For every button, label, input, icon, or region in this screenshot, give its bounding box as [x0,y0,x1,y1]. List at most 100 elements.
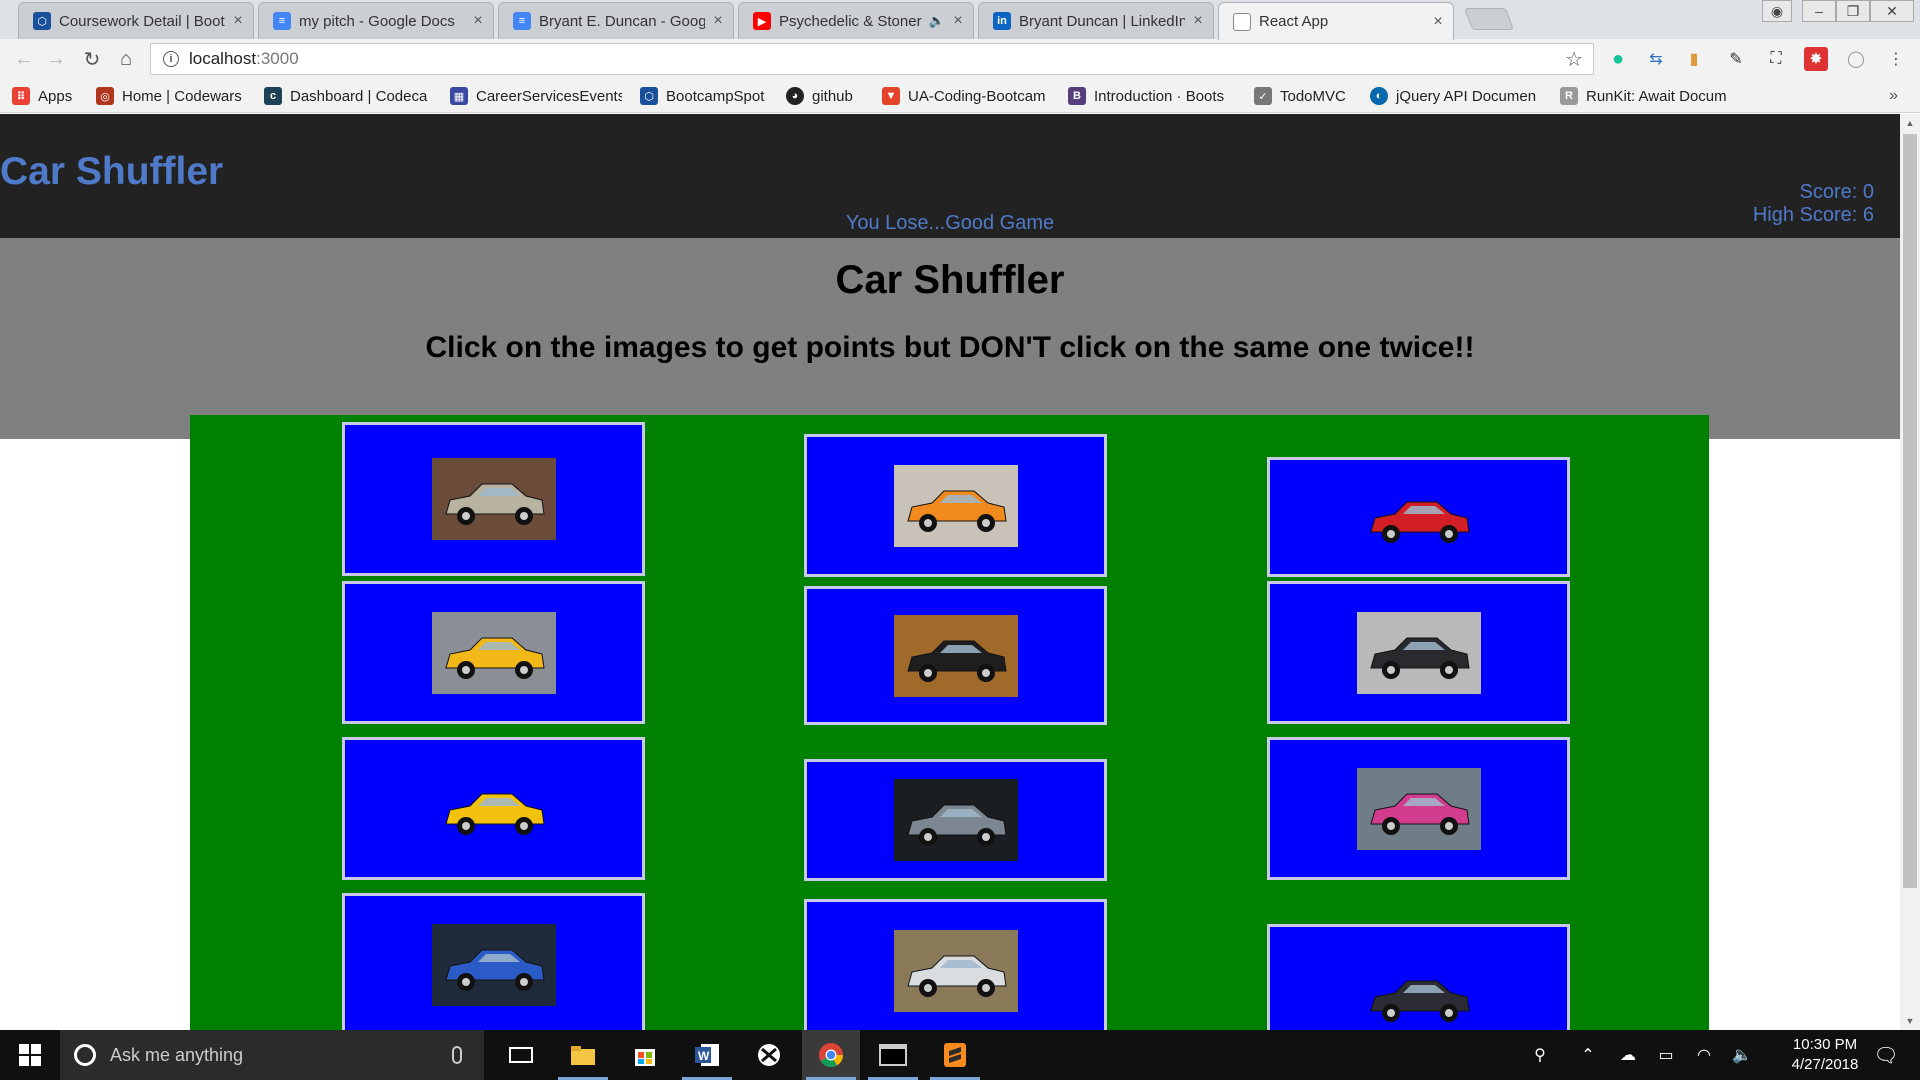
sync-arrows-icon[interactable]: ⇆ [1644,47,1668,71]
store-icon[interactable] [616,1030,674,1080]
bootstrap-icon: B [1068,87,1086,105]
car-card[interactable] [342,581,645,724]
grammarly-icon[interactable]: ● [1606,47,1630,71]
bookmark-github[interactable]: ◕ github [786,86,874,106]
windows-start-icon[interactable] [0,1030,60,1080]
volume-icon[interactable]: 🔈 [1726,1030,1758,1080]
card-grid [190,415,1709,1030]
black-wagon-image[interactable] [1356,954,1481,1031]
speaker-icon[interactable]: 🔈 [929,13,945,29]
action-center-icon[interactable]: 🗨 [1866,1030,1906,1080]
car-card[interactable] [342,422,645,576]
close-icon[interactable]: × [1191,12,1205,30]
bookmark-label: RunKit: Await Docum [1586,87,1727,105]
new-tab-button[interactable] [1463,8,1515,30]
bookmark-star-icon[interactable]: ☆ [1565,47,1583,72]
close-icon[interactable]: × [711,12,725,30]
minimize-icon[interactable]: – [1802,0,1836,22]
car-card[interactable] [804,759,1107,881]
bookmarks-bar: ⠿ Apps ◎ Home | Codewars c Dashboard | Code… [0,79,1920,113]
bookmark-todomvc[interactable]: ✓ TodoMVC [1254,86,1364,106]
bookmark-jquery[interactable]: ◐ jQuery API Documen [1370,86,1542,106]
terminal-icon[interactable] [864,1030,922,1080]
profile-icon[interactable]: ◉ [1762,0,1792,22]
car-card[interactable] [1267,457,1570,577]
close-icon[interactable]: × [471,12,485,30]
menu-kebab-icon[interactable]: ⋮ [1884,47,1908,71]
close-icon[interactable]: × [1431,13,1445,31]
page-title: Car Shuffler [835,258,1065,302]
bookmark-codecademy[interactable]: c Dashboard | Codeca [264,86,434,106]
tab-youtube[interactable]: ▶ Psychedelic & Stoner 🔈 × [738,2,974,39]
car-card[interactable] [804,434,1107,577]
scroll-up-icon[interactable]: ▲ [1900,114,1920,132]
tab-bryant-doc[interactable]: ≡ Bryant E. Duncan - Googl × [498,2,734,39]
wifi-icon[interactable]: ◠ [1688,1030,1720,1080]
microphone-icon[interactable] [452,1046,462,1064]
car-card[interactable] [1267,737,1570,880]
black-supercar-image[interactable] [1356,611,1481,694]
bookmarks-overflow-icon[interactable]: » [1889,87,1898,105]
battery-icon[interactable]: ▭ [1650,1030,1682,1080]
car-card[interactable] [342,893,645,1030]
red-convertible-image[interactable] [1356,476,1481,558]
reload-icon[interactable]: ↻ [78,45,106,73]
site-info-icon[interactable]: i [163,51,179,67]
car-card[interactable] [1267,924,1570,1030]
yellow-rally-car-image[interactable] [431,767,556,850]
tab-coursework[interactable]: ⬡ Coursework Detail | Boot × [18,2,254,39]
page-scrollbar[interactable]: ▲ ▼ [1900,114,1920,1030]
bookmark-bootcampspot[interactable]: ⬡ BootcampSpot [640,86,776,106]
forward-icon[interactable]: → [42,45,70,73]
tab-my-pitch[interactable]: ≡ my pitch - Google Docs × [258,2,494,39]
file-explorer-icon[interactable] [554,1030,612,1080]
cortana-search-box[interactable]: Ask me anything [60,1030,484,1080]
scroll-down-icon[interactable]: ▼ [1900,1012,1920,1030]
onedrive-icon[interactable]: ☁ [1612,1030,1644,1080]
bookmark-ua-coding[interactable]: ▼ UA-Coding-Bootcam [882,86,1054,106]
task-view-icon[interactable] [492,1030,550,1080]
car-card[interactable] [804,586,1107,725]
car-card[interactable] [804,899,1107,1030]
eyedropper-icon[interactable]: ✎ [1724,47,1748,71]
bookmark-apps[interactable]: ⠿ Apps [12,86,72,106]
car-card[interactable] [1267,581,1570,724]
close-icon[interactable]: × [231,12,245,30]
people-icon[interactable]: ⚲ [1524,1030,1556,1080]
tab-label: my pitch - Google Docs [299,12,455,30]
bookmark-career-services[interactable]: ▦ CareerServicesEvents [450,86,622,106]
bookmark-bootstrap[interactable]: B Introduction · Boots [1068,86,1238,106]
sublime-text-icon[interactable] [926,1030,984,1080]
youtube-icon: ▶ [753,12,771,30]
extension-circle-icon[interactable]: ◯ [1844,47,1868,71]
bookmark-label: github [812,87,853,105]
word-icon[interactable]: W [678,1030,736,1080]
extension-icon[interactable]: ▮ [1682,47,1706,71]
extension-red-icon[interactable]: ✸ [1804,47,1828,71]
tab-react-app[interactable]: React App × [1218,2,1454,40]
home-icon[interactable]: ⌂ [112,45,140,73]
window-close-icon[interactable]: ✕ [1870,0,1914,22]
tab-linkedin[interactable]: in Bryant Duncan | LinkedIn × [978,2,1214,39]
back-icon[interactable]: ← [10,45,38,73]
pink-classic-car-image[interactable] [1356,767,1481,850]
chrome-icon[interactable] [802,1030,860,1080]
bookmark-codewars[interactable]: ◎ Home | Codewars [96,86,254,106]
restore-icon[interactable]: ❐ [1836,0,1870,22]
silver-sedan-image[interactable] [893,779,1018,861]
close-icon[interactable]: × [951,12,965,30]
blue-beetle-image[interactable] [431,923,556,1006]
vintage-touring-car-image[interactable] [431,458,556,540]
xbox-icon[interactable] [740,1030,798,1080]
tray-chevron-icon[interactable]: ⌃ [1572,1030,1604,1080]
black-vintage-car-image[interactable] [893,614,1018,697]
address-bar[interactable]: i localhost:3000 ☆ [150,43,1594,75]
white-rally-car-image[interactable] [893,929,1018,1012]
bookmark-runkit[interactable]: R RunKit: Await Docum [1560,86,1730,106]
scrollbar-thumb[interactable] [1903,134,1917,888]
brand-title[interactable]: Car Shuffler [0,150,223,194]
screenshot-icon[interactable]: ⛶ [1764,47,1788,71]
orange-supercar-image[interactable] [893,464,1018,547]
car-card[interactable] [342,737,645,880]
yellow-sports-car-image[interactable] [431,611,556,694]
